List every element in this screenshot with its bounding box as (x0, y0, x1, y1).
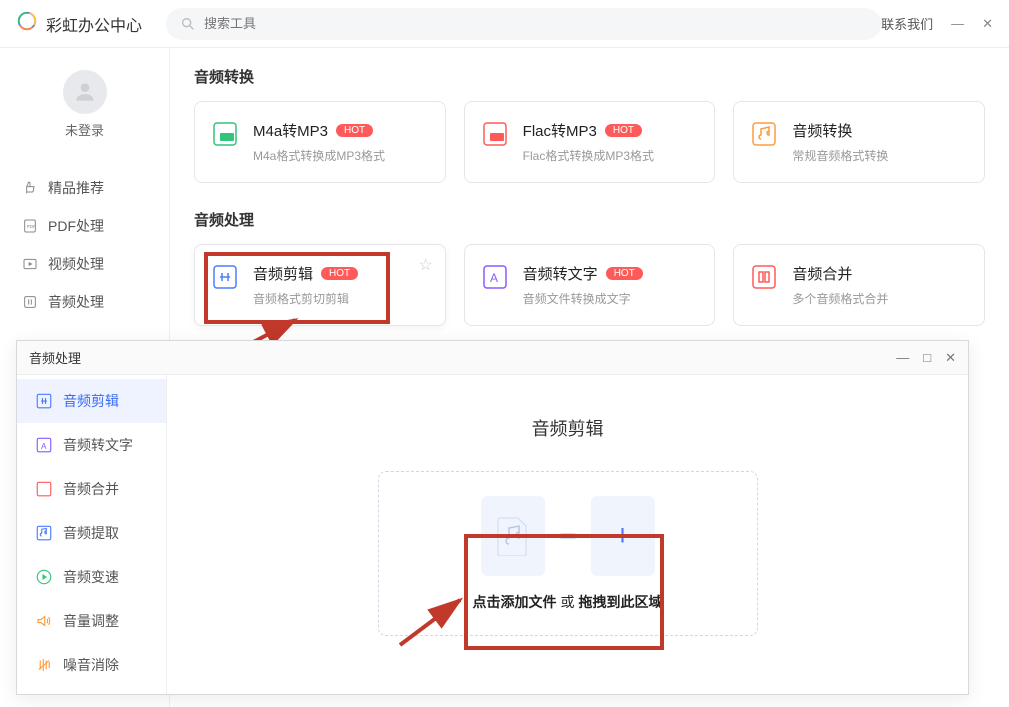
subnav-totext[interactable]: A 音频转文字 (17, 423, 166, 467)
card-desc: Flac格式转换成MP3格式 (523, 147, 654, 164)
card-title: M4a转MP3 (253, 120, 328, 141)
subnav-label: 音频合并 (63, 479, 119, 499)
svg-text:A: A (41, 442, 47, 451)
nav-label: 精品推荐 (48, 178, 104, 198)
merge-icon (35, 480, 53, 498)
subnav-label: 音量调整 (63, 611, 119, 631)
mp3-icon (481, 120, 509, 148)
thumb-icon (22, 180, 38, 196)
nav-featured[interactable]: 精品推荐 (0, 169, 169, 207)
hot-badge: HOT (336, 124, 373, 137)
drop-text: 点击添加文件或拖拽到此区域 (473, 592, 663, 612)
user-icon (72, 79, 98, 105)
volume-icon (35, 612, 53, 630)
card-audio-edit[interactable]: ☆ 音频剪辑 HOT 音频格式剪切剪辑 (194, 244, 446, 326)
speed-icon (35, 568, 53, 586)
text-icon: A (35, 436, 53, 454)
search-box[interactable] (166, 8, 881, 40)
hot-badge: HOT (321, 267, 358, 280)
subnav-denoise[interactable]: 噪音消除 (17, 643, 166, 687)
logo-icon (16, 10, 38, 37)
sub-close-button[interactable]: ✕ (945, 350, 956, 366)
subwin-title: 音频处理 (29, 348, 896, 367)
plus-icon: + (591, 496, 655, 576)
merge-icon (750, 263, 778, 291)
login-status[interactable]: 未登录 (0, 120, 169, 139)
subnav-label: 音频转文字 (63, 435, 133, 455)
app-title: 彩虹办公中心 (46, 12, 142, 36)
search-icon (180, 16, 196, 32)
card-desc: 常规音频格式转换 (792, 147, 888, 164)
play-icon (22, 256, 38, 272)
card-desc: 音频文件转换成文字 (523, 290, 643, 307)
card-flac-mp3[interactable]: Flac转MP3 HOT Flac格式转换成MP3格式 (464, 101, 716, 183)
card-title: 音频合并 (792, 263, 852, 284)
audio-icon (22, 294, 38, 310)
edit-icon (35, 392, 53, 410)
file-icon (481, 496, 545, 576)
hot-badge: HOT (605, 124, 642, 137)
subnav-label: 音频剪辑 (63, 391, 119, 411)
pdf-icon: PDF (22, 218, 38, 234)
card-desc: 音频格式剪切剪辑 (253, 290, 358, 307)
card-title: 音频转换 (792, 120, 852, 141)
app-logo: 彩虹办公中心 (16, 10, 166, 37)
subnav-extract[interactable]: 音频提取 (17, 511, 166, 555)
section-audio-process: 音频处理 (194, 209, 985, 230)
hot-badge: HOT (606, 267, 643, 280)
denoise-icon (35, 656, 53, 674)
search-input[interactable] (204, 16, 867, 31)
card-desc: M4a格式转换成MP3格式 (253, 147, 385, 164)
svg-text:PDF: PDF (27, 224, 36, 229)
card-audio-totext[interactable]: A 音频转文字 HOT 音频文件转换成文字 (464, 244, 716, 326)
card-desc: 多个音频格式合并 (792, 290, 888, 307)
subnav-merge[interactable]: 音频合并 (17, 467, 166, 511)
nav-label: 音频处理 (48, 292, 104, 312)
subwin-heading: 音频剪辑 (532, 415, 604, 441)
star-icon[interactable]: ☆ (418, 255, 432, 275)
nav-label: PDF处理 (48, 216, 104, 236)
subnav-edit[interactable]: 音频剪辑 (17, 379, 166, 423)
subnav-label: 音频提取 (63, 523, 119, 543)
dash-icon (559, 533, 577, 539)
card-audio-merge[interactable]: 音频合并 多个音频格式合并 (733, 244, 985, 326)
extract-icon (35, 524, 53, 542)
text-icon: A (481, 263, 509, 291)
contact-link[interactable]: 联系我们 (881, 14, 933, 33)
minimize-button[interactable]: — (951, 16, 964, 31)
card-audio-convert[interactable]: 音频转换 常规音频格式转换 (733, 101, 985, 183)
nav-pdf[interactable]: PDF PDF处理 (0, 207, 169, 245)
card-m4a-mp3[interactable]: M4a转MP3 HOT M4a格式转换成MP3格式 (194, 101, 446, 183)
edit-icon (211, 263, 239, 291)
subnav-label: 音频变速 (63, 567, 119, 587)
music-icon (750, 120, 778, 148)
nav-audio[interactable]: 音频处理 (0, 283, 169, 321)
nav-video[interactable]: 视频处理 (0, 245, 169, 283)
card-title: 音频转文字 (523, 263, 598, 284)
svg-text:A: A (490, 271, 498, 285)
subnav-label: 噪音消除 (63, 655, 119, 675)
card-title: Flac转MP3 (523, 120, 597, 141)
sub-maximize-button[interactable]: □ (923, 350, 931, 366)
nav-label: 视频处理 (48, 254, 104, 274)
subnav-speed[interactable]: 音频变速 (17, 555, 166, 599)
avatar[interactable] (63, 70, 107, 114)
section-audio-convert: 音频转换 (194, 66, 985, 87)
close-button[interactable]: ✕ (982, 16, 993, 32)
subnav-volume[interactable]: 音量调整 (17, 599, 166, 643)
sub-minimize-button[interactable]: — (896, 350, 909, 366)
mp3-icon (211, 120, 239, 148)
audio-process-window: 音频处理 — □ ✕ 音频剪辑 A 音频转文字 音频合并 音频提取 (16, 340, 969, 695)
card-title: 音频剪辑 (253, 263, 313, 284)
drop-zone[interactable]: + 点击添加文件或拖拽到此区域 (378, 471, 758, 636)
